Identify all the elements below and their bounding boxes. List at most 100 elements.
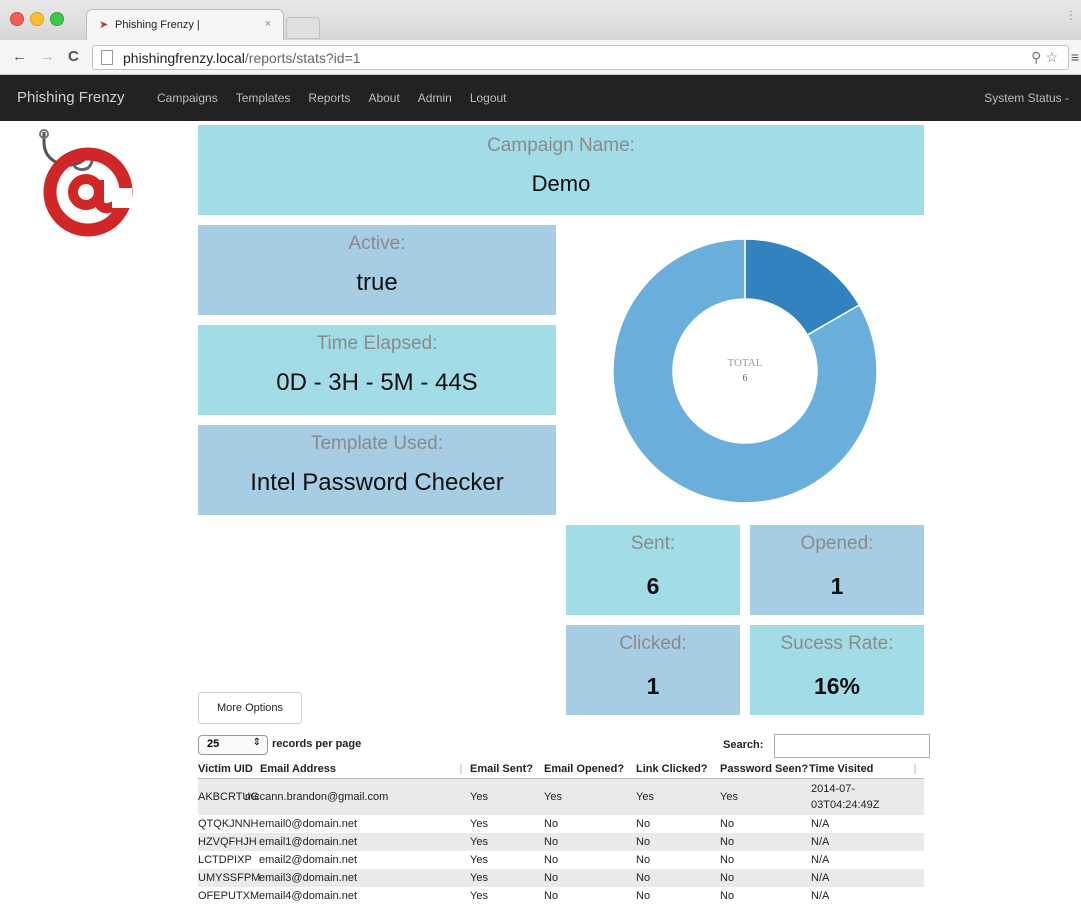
col-email-opened[interactable]: Email Opened?: [544, 763, 624, 775]
cell-time: N/A: [811, 872, 830, 884]
col-victim-uid[interactable]: Victim UID: [198, 763, 253, 775]
cell-uid: HZVQFHJH: [198, 836, 257, 848]
success-rate-value: 16%: [813, 673, 861, 699]
nav-reports[interactable]: Reports: [308, 91, 350, 105]
active-label: Active:: [348, 233, 406, 254]
cell-clicked: No: [636, 818, 651, 830]
new-tab-button[interactable]: [286, 17, 320, 39]
nav-about[interactable]: About: [368, 91, 399, 105]
col-email-sent[interactable]: Email Sent?: [470, 763, 533, 775]
table-row[interactable]: QTQKJNNH email0@domain.net Yes No No No …: [198, 815, 924, 833]
sent-panel: Sent: 6: [566, 525, 740, 615]
window-more-icon: ⋮: [1065, 8, 1077, 22]
minimize-window-button[interactable]: [30, 12, 44, 26]
opened-value: 1: [830, 573, 844, 599]
table-header: Victim UID Email Address Email Sent? Ema…: [198, 761, 924, 779]
cell-opened: No: [544, 836, 559, 848]
close-window-button[interactable]: [10, 12, 24, 26]
cell-sent: Yes: [470, 890, 488, 902]
nav-campaigns[interactable]: Campaigns: [157, 91, 218, 105]
sort-icon: [914, 764, 916, 774]
sort-icon: [460, 764, 462, 774]
url-host: phishingfrenzy.local: [123, 50, 245, 66]
reload-icon[interactable]: C: [68, 48, 79, 65]
col-link-clicked[interactable]: Link Clicked?: [636, 763, 708, 775]
url-bar[interactable]: phishingfrenzy.local/reports/stats?id=1 …: [92, 45, 1069, 70]
zoom-window-button[interactable]: [50, 12, 64, 26]
forward-arrow-icon[interactable]: →: [40, 48, 55, 65]
browser-tab[interactable]: ➤ Phishing Frenzy | ×: [86, 9, 284, 41]
search-input[interactable]: [774, 734, 930, 758]
time-elapsed-label: Time Elapsed:: [316, 333, 438, 354]
records-per-page-value: 25: [207, 738, 220, 750]
cell-email: email4@domain.net: [259, 890, 357, 902]
cell-uid: OFEPUTXM: [198, 890, 260, 902]
table-row[interactable]: AKBCRTUG mccann.brandon@gmail.com Yes Ye…: [198, 779, 924, 815]
tab-title: Phishing Frenzy |: [115, 19, 200, 31]
table-row[interactable]: HZVQFHJH email1@domain.net Yes No No No …: [198, 833, 924, 851]
success-rate-panel: Sucess Rate: 16%: [750, 625, 924, 715]
table-row[interactable]: OFEPUTXM email4@domain.net Yes No No No …: [198, 887, 924, 905]
nav-admin[interactable]: Admin: [418, 91, 452, 105]
template-used-value: Intel Password Checker: [250, 469, 504, 496]
cell-email: email1@domain.net: [259, 836, 357, 848]
cell-time: N/A: [811, 890, 830, 902]
victims-table: Victim UID Email Address Email Sent? Ema…: [198, 761, 924, 905]
cell-time: N/A: [811, 836, 830, 848]
cell-password: No: [720, 836, 735, 848]
phishing-hook-logo-icon: [39, 129, 133, 237]
nav-templates[interactable]: Templates: [236, 91, 291, 105]
nav-links: Campaigns Templates Reports About Admin …: [157, 91, 525, 105]
results-donut-chart: TOTAL 6: [612, 238, 878, 504]
clicked-value: 1: [646, 673, 660, 699]
cell-uid: QTQKJNNH: [198, 818, 259, 830]
browser-tab-strip: ➤ Phishing Frenzy | × ⋮: [0, 0, 1081, 41]
cell-time: N/A: [811, 854, 830, 866]
cell-uid: UMYSSFPM: [198, 872, 261, 884]
cell-sent: Yes: [470, 854, 488, 866]
back-arrow-icon[interactable]: ←: [12, 48, 27, 65]
app-navbar: Phishing Frenzy Campaigns Templates Repo…: [0, 75, 1081, 121]
table-row[interactable]: UMYSSFPM email3@domain.net Yes No No No …: [198, 869, 924, 887]
cell-clicked: Yes: [636, 791, 654, 803]
hook-favicon-icon: ➤: [99, 19, 109, 31]
browser-menu-icon[interactable]: ≡: [1071, 49, 1079, 65]
cell-email: email3@domain.net: [259, 872, 357, 884]
url-tools: ⚲☆: [1031, 49, 1062, 66]
nav-logout[interactable]: Logout: [470, 91, 507, 105]
active-value: true: [356, 269, 398, 296]
col-password-seen[interactable]: Password Seen?: [720, 763, 808, 775]
zoom-icon[interactable]: ⚲: [1031, 49, 1045, 65]
cell-clicked: No: [636, 872, 651, 884]
address-toolbar: ← → C phishingfrenzy.local/reports/stats…: [0, 40, 1081, 75]
table-row[interactable]: LCTDPIXP email2@domain.net Yes No No No …: [198, 851, 924, 869]
cell-time: N/A: [811, 818, 830, 830]
cell-opened: No: [544, 818, 559, 830]
cell-password: No: [720, 890, 735, 902]
system-status-dropdown[interactable]: System Status -: [984, 91, 1069, 105]
url-path: /reports/stats?id=1: [244, 50, 361, 66]
cell-email: email2@domain.net: [259, 854, 357, 866]
cell-email: email0@domain.net: [259, 818, 357, 830]
cell-clicked: No: [636, 890, 651, 902]
more-options-button[interactable]: More Options: [198, 692, 302, 724]
cell-sent: Yes: [470, 836, 488, 848]
sent-value: 6: [646, 573, 660, 599]
template-used-panel: Template Used: Intel Password Checker: [198, 425, 556, 515]
sent-label: Sent:: [630, 533, 676, 554]
col-time-visited[interactable]: Time Visited: [809, 763, 873, 775]
tab-close-icon[interactable]: ×: [265, 18, 271, 30]
cell-password: No: [720, 872, 735, 884]
campaign-name-value: Demo: [531, 171, 591, 196]
cell-opened: No: [544, 890, 559, 902]
time-elapsed-panel: Time Elapsed: 0D - 3H - 5M - 44S: [198, 325, 556, 415]
bookmark-star-icon[interactable]: ☆: [1045, 49, 1062, 65]
cell-uid: LCTDPIXP: [198, 854, 252, 866]
col-email-address[interactable]: Email Address: [260, 763, 336, 775]
cell-time: 2014-07-03T04:24:49Z: [811, 783, 880, 811]
cell-password: Yes: [720, 791, 738, 803]
records-per-page-select[interactable]: 25 ⇕: [198, 735, 268, 755]
donut-center-label: TOTAL: [728, 357, 763, 369]
cell-sent: Yes: [470, 791, 488, 803]
brand-link[interactable]: Phishing Frenzy: [17, 89, 125, 106]
